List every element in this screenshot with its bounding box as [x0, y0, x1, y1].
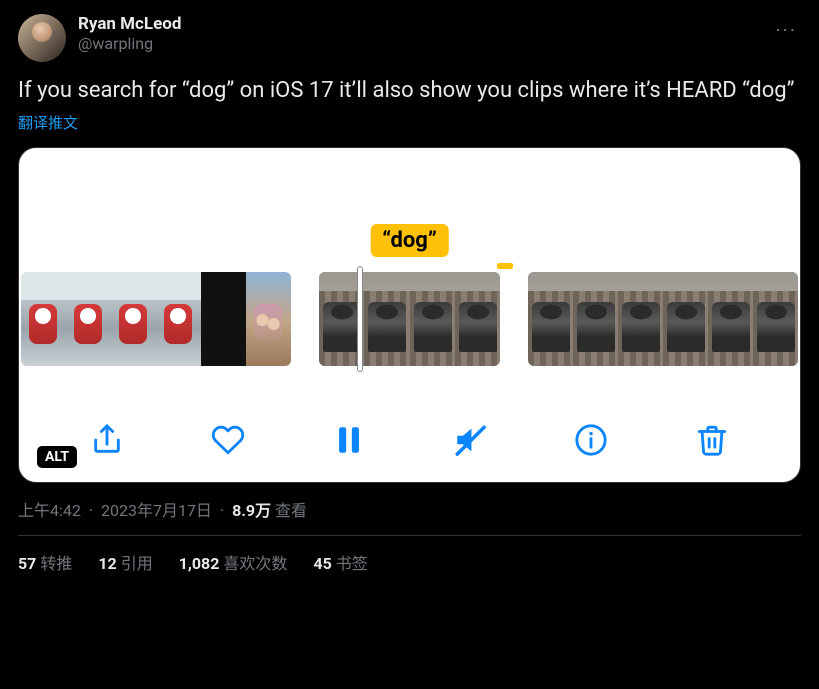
translate-link[interactable]: 翻译推文: [18, 112, 78, 133]
video-frame: [708, 272, 753, 366]
clip-group[interactable]: [528, 272, 798, 366]
video-frame: [618, 272, 663, 366]
video-frame: [364, 272, 409, 366]
trash-icon[interactable]: [692, 420, 732, 460]
display-name: Ryan McLeod: [78, 14, 771, 34]
video-frame: [410, 272, 455, 366]
search-term-tooltip: “dog”: [370, 224, 449, 257]
video-timeline[interactable]: [19, 272, 800, 366]
clip-group[interactable]: [319, 272, 499, 366]
video-frame: [753, 272, 798, 366]
tweet-time[interactable]: 上午4:42: [18, 501, 81, 520]
handle: @warpling: [78, 34, 771, 53]
views-label: 查看: [275, 501, 307, 520]
quotes-stat[interactable]: 12引用: [98, 550, 152, 574]
video-frame: [663, 272, 708, 366]
retweets-stat[interactable]: 57转推: [18, 550, 72, 574]
pause-icon[interactable]: [329, 420, 369, 460]
video-frame: [246, 272, 291, 366]
tweet-text: If you search for “dog” on iOS 17 it’ll …: [18, 76, 801, 106]
media-card[interactable]: “dog”: [18, 147, 801, 483]
stats-row: 57转推 12引用 1,082喜欢次数 45书签: [18, 550, 801, 574]
video-frame: [573, 272, 618, 366]
video-frame: [201, 272, 246, 366]
info-icon[interactable]: [571, 420, 611, 460]
video-frame: [528, 272, 573, 366]
video-frame: [111, 272, 156, 366]
playhead[interactable]: [357, 266, 363, 372]
tweet-header: Ryan McLeod @warpling ···: [18, 14, 801, 62]
bookmarks-stat[interactable]: 45书签: [313, 550, 367, 574]
video-frame: [66, 272, 111, 366]
more-button[interactable]: ···: [771, 14, 801, 46]
alt-badge[interactable]: ALT: [37, 446, 77, 468]
views-count: 8.9万: [232, 501, 271, 520]
heart-icon[interactable]: [208, 420, 248, 460]
divider: [18, 535, 801, 536]
tweet-container: Ryan McLeod @warpling ··· If you search …: [0, 0, 819, 588]
likes-stat[interactable]: 1,082喜欢次数: [179, 550, 288, 574]
clip-group[interactable]: [21, 272, 291, 366]
share-icon[interactable]: [87, 420, 127, 460]
mute-icon[interactable]: [450, 420, 490, 460]
tweet-meta: 上午4:42 · 2023年7月17日 · 8.9万 查看: [18, 497, 801, 521]
video-frame: [156, 272, 201, 366]
video-frame: [21, 272, 66, 366]
tweet-date[interactable]: 2023年7月17日: [101, 501, 212, 520]
media-toolbar: [19, 420, 800, 460]
avatar[interactable]: [18, 14, 66, 62]
video-frame: [455, 272, 500, 366]
tooltip-marker: [497, 263, 513, 269]
author-names[interactable]: Ryan McLeod @warpling: [78, 14, 771, 53]
